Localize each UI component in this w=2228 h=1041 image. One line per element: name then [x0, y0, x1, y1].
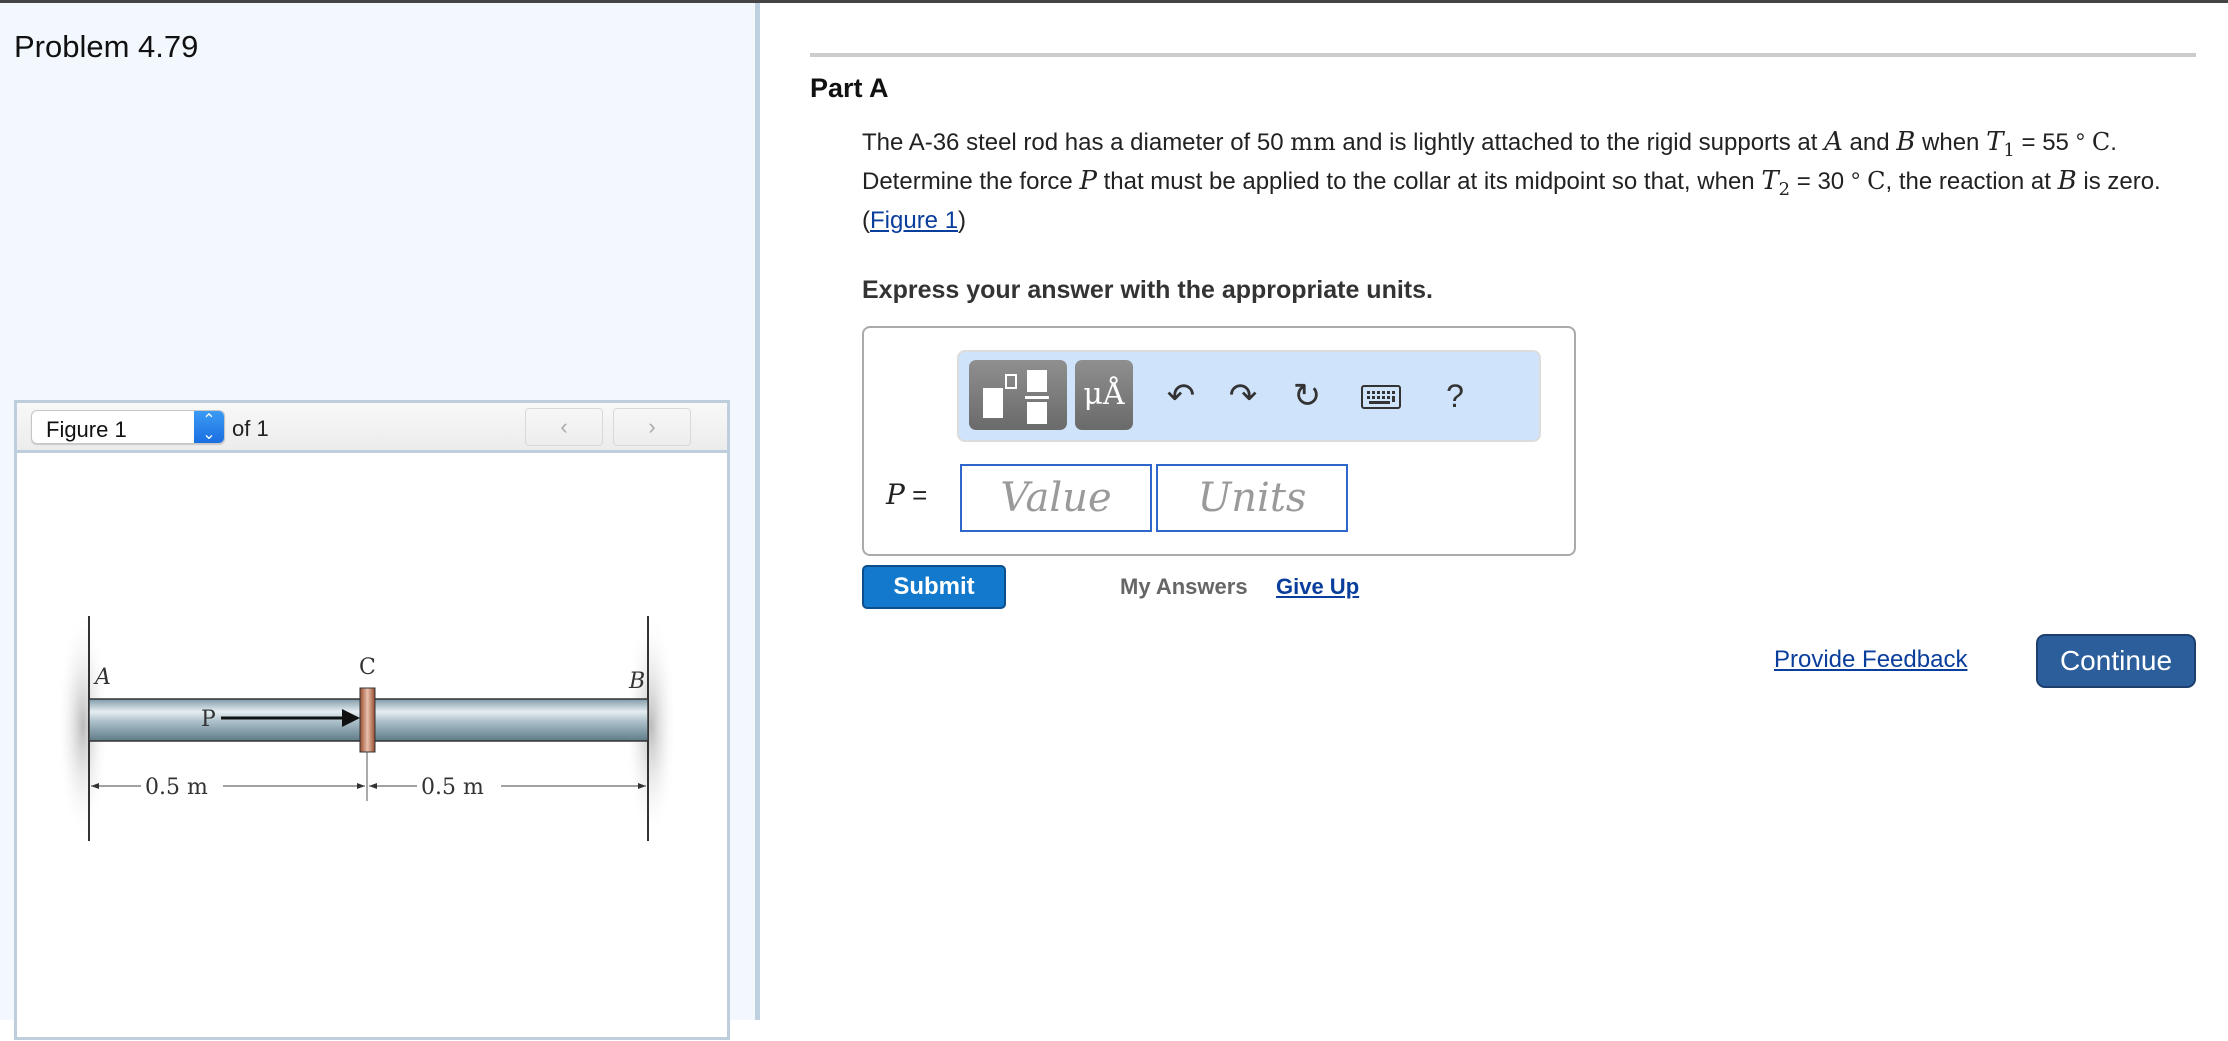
- question-segment: and: [1842, 129, 1897, 156]
- submit-button[interactable]: Submit: [862, 565, 1006, 609]
- question-segment: and is lightly attached to the rigid sup…: [1335, 129, 1825, 156]
- units-button[interactable]: μÅ: [1075, 360, 1133, 430]
- figure-toolbar: Figure 1 ⌃ ⌄ of 1 ‹ ›: [17, 403, 727, 453]
- rod-diagram: A B C P 0.5 m 0.5 m: [57, 611, 677, 841]
- undo-icon: ↶: [1166, 377, 1196, 415]
- keyboard-icon: [1361, 385, 1401, 409]
- figure-select[interactable]: Figure 1 ⌃ ⌄: [31, 410, 225, 444]
- value-field-wrapper: [960, 464, 1152, 532]
- degree-symbol: °: [2075, 129, 2086, 156]
- question-segment: , the reaction at: [1885, 167, 2058, 195]
- question-segment: = 55: [2014, 129, 2076, 156]
- math-symbol-b: B: [1896, 127, 1916, 157]
- question-segment: is zero.: [2076, 167, 2161, 195]
- undo-button[interactable]: ↶: [1159, 372, 1203, 420]
- math-symbol-a: A: [1824, 127, 1843, 157]
- math-symbol-b: B: [2057, 165, 2077, 196]
- math-unit-mm: mm: [1290, 128, 1336, 156]
- dimension-label-1: 0.5 m: [145, 775, 208, 800]
- math-subscript: 2: [1778, 178, 1791, 200]
- question-segment: = 30: [1790, 167, 1851, 195]
- problem-panel: Problem 4.79 Figure 1 ⌃ ⌄ of 1 ‹ › A B C…: [0, 3, 758, 1040]
- redo-icon: ↷: [1228, 377, 1258, 415]
- chevron-right-icon: ›: [648, 414, 656, 439]
- templates-button[interactable]: [969, 360, 1067, 430]
- answer-box: μÅ ↶ ↷ ↻ ? P =: [862, 326, 1576, 556]
- units-field-wrapper: [1156, 464, 1348, 532]
- figure-viewer: Figure 1 ⌃ ⌄ of 1 ‹ › A B C P 0.5 m 0.5 …: [14, 400, 730, 1040]
- math-symbol-t2: T: [1761, 165, 1779, 196]
- question-segment: that must be applied to the collar at it…: [1096, 167, 1762, 195]
- answer-instruction: Express your answer with the appropriate…: [862, 276, 1433, 304]
- equals-sign: =: [904, 480, 928, 510]
- provide-feedback-link[interactable]: Provide Feedback: [1774, 646, 1967, 674]
- units-icon: μÅ: [1083, 377, 1125, 412]
- value-input[interactable]: [962, 466, 1150, 530]
- figure-link[interactable]: Figure 1: [870, 207, 958, 234]
- reset-icon: ↻: [1292, 377, 1322, 415]
- my-answers-label: My Answers: [1120, 574, 1248, 599]
- previous-figure-button[interactable]: ‹: [525, 408, 603, 446]
- figure-image: A B C P 0.5 m 0.5 m: [17, 456, 727, 1036]
- label-b: B: [628, 669, 645, 694]
- continue-button[interactable]: Continue: [2036, 634, 2196, 688]
- math-symbol-t1: T: [1986, 127, 2004, 157]
- dim-arrow: [369, 783, 377, 789]
- panel-divider: [757, 3, 760, 1020]
- reset-button[interactable]: ↻: [1285, 372, 1329, 420]
- degree-symbol: °: [1850, 167, 1861, 195]
- dimension-label-2: 0.5 m: [421, 775, 484, 800]
- next-figure-button[interactable]: ›: [613, 408, 691, 446]
- paren: (: [862, 206, 870, 234]
- part-divider: [810, 53, 2196, 57]
- answer-variable: P: [886, 478, 905, 511]
- math-unit-celsius: C: [1867, 166, 1886, 195]
- templates-icon: [983, 370, 1049, 424]
- chevron-left-icon: ‹: [560, 414, 568, 439]
- math-toolbar: μÅ ↶ ↷ ↻ ?: [957, 350, 1541, 442]
- question-segment: when: [1915, 129, 1987, 156]
- dim-arrow: [357, 783, 365, 789]
- collar: [359, 687, 376, 753]
- math-symbol-p: P: [1079, 165, 1097, 196]
- units-input[interactable]: [1158, 466, 1346, 530]
- figure-select-value: Figure 1: [46, 417, 127, 442]
- figure-count: of 1: [232, 416, 269, 441]
- math-subscript: 1: [2003, 139, 2015, 161]
- question-segment: The A-36 steel rod has a diameter of 50: [862, 129, 1291, 156]
- help-button[interactable]: ?: [1433, 372, 1477, 420]
- help-icon: ?: [1446, 378, 1464, 414]
- answer-variable-label: P =: [886, 478, 927, 511]
- keyboard-button[interactable]: [1359, 372, 1403, 420]
- redo-button[interactable]: ↷: [1221, 372, 1265, 420]
- math-unit-celsius: C: [2091, 128, 2111, 156]
- select-stepper-icon: ⌃ ⌄: [194, 411, 224, 443]
- label-c: C: [359, 655, 376, 680]
- question-text: The A-36 steel rod has a diameter of 50 …: [862, 127, 2202, 236]
- give-up-link[interactable]: Give Up: [1276, 574, 1359, 600]
- label-a: A: [93, 665, 111, 690]
- part-title: Part A: [810, 73, 889, 103]
- problem-title: Problem 4.79: [14, 29, 199, 64]
- label-p: P: [201, 707, 216, 732]
- paren: ): [958, 206, 967, 234]
